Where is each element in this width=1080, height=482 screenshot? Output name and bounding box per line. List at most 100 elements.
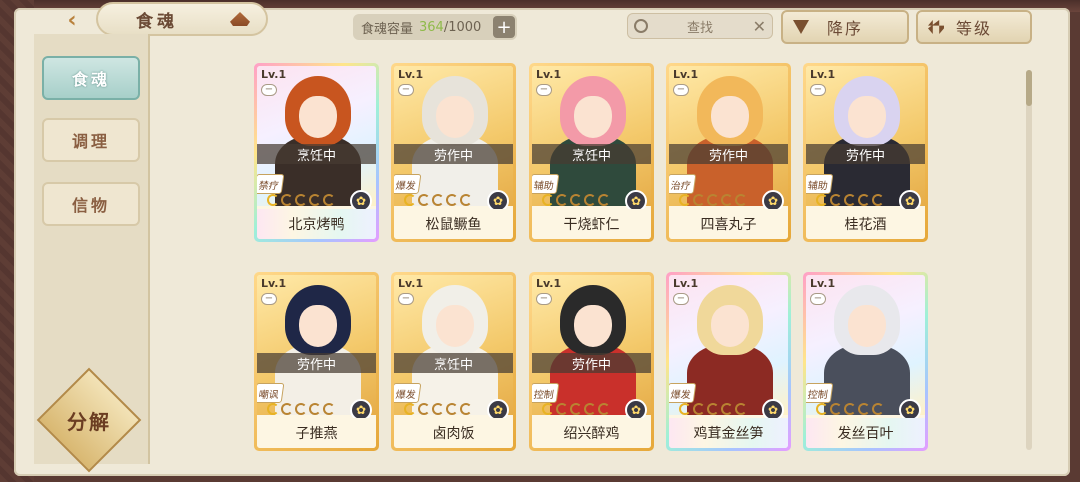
card-name: 四喜丸子 [669, 209, 788, 239]
star-icon [858, 403, 870, 415]
card-level: Lv.1 [810, 68, 836, 81]
star-icon [556, 403, 568, 415]
add-capacity-button[interactable]: + [493, 16, 515, 38]
star-icon [721, 194, 733, 206]
card-body: Lv.1− 劳作中 嘲讽 ✿ 子推燕 [257, 275, 376, 448]
food-soul-card[interactable]: Lv.1− 烹饪中 辅助 ✿ 干烧虾仁 [529, 63, 654, 242]
star-icon [584, 403, 596, 415]
card-name: 桂花酒 [806, 209, 925, 239]
role-badge: 辅助 [806, 174, 834, 194]
star-icon [816, 194, 828, 206]
lock-toggle-icon[interactable]: − [536, 293, 552, 305]
card-body: Lv.1− 爆发 ✿ 鸡茸金丝笋 [669, 275, 788, 448]
card-name: 鸡茸金丝笋 [669, 418, 788, 448]
star-icon [679, 403, 691, 415]
character-face [574, 305, 612, 347]
food-soul-card[interactable]: Lv.1− 爆发 ✿ 鸡茸金丝笋 [666, 272, 791, 451]
lock-toggle-icon[interactable]: − [673, 293, 689, 305]
search-icon [634, 19, 648, 33]
role-badge: 嘲讽 [257, 383, 285, 403]
role-badge: 控制 [806, 383, 834, 403]
lock-toggle-icon[interactable]: − [810, 84, 826, 96]
sidebar-item-label: 调理 [71, 132, 110, 151]
star-icon [309, 194, 321, 206]
star-icon [584, 194, 596, 206]
star-icon [707, 194, 719, 206]
card-name: 卤肉饭 [394, 418, 513, 448]
star-rating [679, 403, 747, 417]
sort-order-button[interactable]: 降序 [781, 10, 909, 44]
role-badge: 控制 [532, 383, 560, 403]
sidebar-item-tokens[interactable]: 信物 [42, 182, 140, 226]
card-name: 子推燕 [257, 418, 376, 448]
sort-by-label: 等级 [955, 19, 992, 38]
card-name: 北京烤鸭 [257, 209, 376, 239]
scrollbar-track[interactable] [1026, 70, 1032, 450]
triangle-down-icon [793, 20, 809, 34]
card-level: Lv.1 [536, 68, 562, 81]
star-icon [432, 194, 444, 206]
star-icon [460, 194, 472, 206]
decompose-button[interactable]: 分解 [52, 400, 126, 440]
character-face [711, 305, 749, 347]
food-soul-card[interactable]: Lv.1− 劳作中 治疗 ✿ 四喜丸子 [666, 63, 791, 242]
lock-toggle-icon[interactable]: − [673, 84, 689, 96]
food-soul-card[interactable]: Lv.1− 劳作中 辅助 ✿ 桂花酒 [803, 63, 928, 242]
star-rating [679, 194, 747, 208]
food-soul-card[interactable]: Lv.1− 劳作中 控制 ✿ 绍兴醉鸡 [529, 272, 654, 451]
lock-toggle-icon[interactable]: − [398, 84, 414, 96]
page-title-tab: 食魂 [96, 2, 268, 36]
star-icon [844, 194, 856, 206]
star-icon [309, 403, 321, 415]
star-icon [721, 403, 733, 415]
star-icon [858, 194, 870, 206]
lock-toggle-icon[interactable]: − [261, 84, 277, 96]
scrollbar-thumb[interactable] [1026, 70, 1032, 106]
hat-icon [230, 12, 250, 26]
role-badge: 爆发 [394, 174, 422, 194]
sidebar-item-prepare[interactable]: 调理 [42, 118, 140, 162]
star-icon [323, 403, 335, 415]
card-status: 劳作中 [394, 144, 513, 164]
card-status: 烹饪中 [532, 144, 651, 164]
card-body: Lv.1− 控制 ✿ 发丝百叶 [806, 275, 925, 448]
star-icon [542, 194, 554, 206]
search-label: 查找 [686, 20, 713, 36]
lock-toggle-icon[interactable]: − [261, 293, 277, 305]
lock-toggle-icon[interactable]: − [810, 293, 826, 305]
card-level: Lv.1 [536, 277, 562, 290]
food-soul-card[interactable]: Lv.1− 劳作中 嘲讽 ✿ 子推燕 [254, 272, 379, 451]
card-level: Lv.1 [261, 277, 287, 290]
sort-by-button[interactable]: 等级 [916, 10, 1032, 44]
card-status: 劳作中 [532, 353, 651, 373]
clear-icon[interactable]: ✕ [753, 17, 766, 36]
star-rating [816, 403, 884, 417]
card-body: Lv.1− 烹饪中 禁疗 ✿ 北京烤鸭 [257, 66, 376, 239]
lock-toggle-icon[interactable]: − [398, 293, 414, 305]
role-badge: 爆发 [669, 383, 697, 403]
star-icon [418, 194, 430, 206]
food-soul-card[interactable]: Lv.1− 烹饪中 爆发 ✿ 卤肉饭 [391, 272, 516, 451]
capacity-label: 食魂容量 [361, 21, 414, 37]
food-soul-card[interactable]: Lv.1− 劳作中 爆发 ✿ 松鼠鳜鱼 [391, 63, 516, 242]
star-icon [735, 194, 747, 206]
star-icon [735, 403, 747, 415]
food-soul-card[interactable]: Lv.1− 烹饪中 禁疗 ✿ 北京烤鸭 [254, 63, 379, 242]
star-icon [295, 403, 307, 415]
card-name: 发丝百叶 [806, 418, 925, 448]
lock-toggle-icon[interactable]: − [536, 84, 552, 96]
star-icon [598, 403, 610, 415]
page-title: 食魂 [136, 11, 178, 32]
star-icon [404, 194, 416, 206]
star-icon [542, 403, 554, 415]
search-field[interactable]: 查找 ✕ [627, 13, 773, 39]
character-face [299, 96, 337, 138]
card-status: 烹饪中 [394, 353, 513, 373]
food-soul-card[interactable]: Lv.1− 控制 ✿ 发丝百叶 [803, 272, 928, 451]
star-icon [830, 403, 842, 415]
star-icon [418, 403, 430, 415]
sidebar-item-food-souls[interactable]: 食魂 [42, 56, 140, 100]
role-badge: 禁疗 [257, 174, 285, 194]
star-icon [281, 403, 293, 415]
back-arrow-icon[interactable]: ‹ [52, 6, 92, 34]
